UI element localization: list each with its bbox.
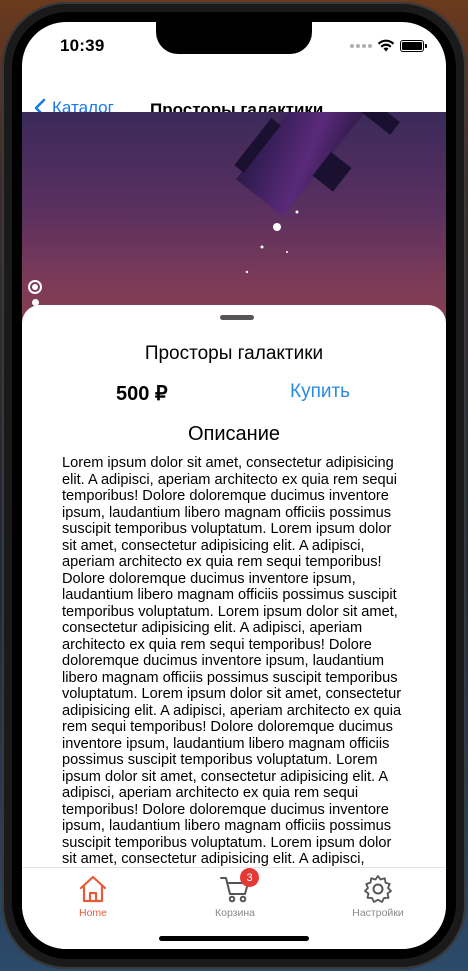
description-heading: Описание [187,423,281,445]
tab-home-label: Home [78,907,107,919]
tab-home[interactable]: Home [33,874,153,919]
pager-dot-active[interactable] [28,280,42,294]
signal-icon [350,43,372,48]
wifi-icon [377,39,395,52]
description-text: Lorem ipsum dolor sit amet, consectetur … [62,455,402,867]
status-time: 10:39 [60,36,105,55]
sheet-grabber[interactable] [220,315,254,320]
product-image [234,112,413,274]
home-icon [79,875,107,903]
tab-cart[interactable]: 3 Корзина [175,868,295,919]
home-indicator [159,936,309,941]
app-screen: 10:39 Каталог Просторы галактики Простор… [22,22,446,949]
product-details-sheet: Просторы галактики 500 ₽ Купить Описание… [22,305,446,867]
product-image-carousel[interactable] [22,112,446,332]
buy-button[interactable]: Купить [290,381,350,403]
tab-bar: Home 3 Корзина Настройки [22,867,446,949]
gear-icon [364,875,392,903]
product-price: 500 ₽ [116,383,168,405]
tab-settings-label: Настройки [352,907,404,919]
notch [156,22,312,54]
cart-badge: 3 [240,868,259,887]
product-title: Просторы галактики [144,343,324,364]
carousel-pager[interactable] [28,280,42,306]
tab-cart-label: Корзина [215,907,255,919]
tab-settings[interactable]: Настройки [318,874,438,919]
battery-icon [400,39,427,52]
